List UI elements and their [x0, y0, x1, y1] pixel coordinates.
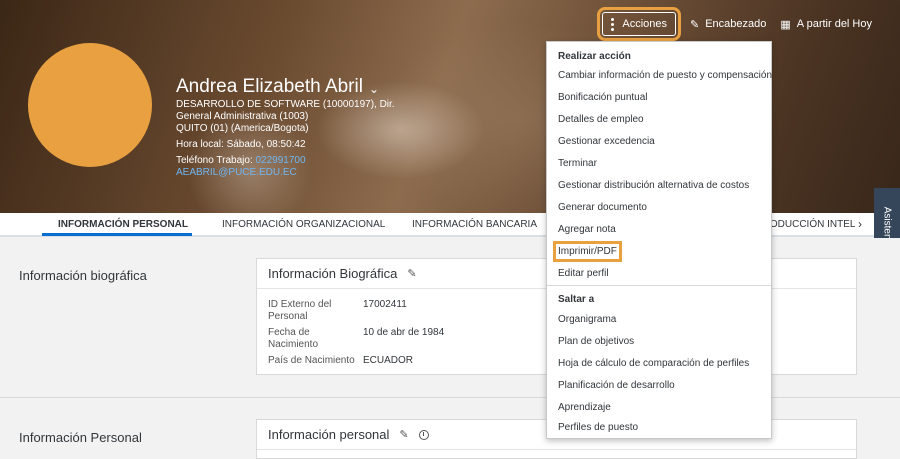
menu-item-employment-details[interactable]: Detalles de empleo	[558, 114, 644, 125]
menu-item-change-job[interactable]: Cambiar información de puesto y compensa…	[558, 70, 772, 81]
menu-item-leave[interactable]: Gestionar excedencia	[558, 136, 655, 147]
actions-menu: Realizar acción Cambiar información de p…	[546, 41, 772, 439]
bio-card-title: Información Biográfica	[268, 266, 398, 281]
phone-link[interactable]: 022991700	[256, 155, 306, 166]
employee-info: DESARROLLO DE SOFTWARE (10000197), Dir. …	[176, 99, 416, 179]
menu-item-bonus[interactable]: Bonificación puntual	[558, 92, 648, 103]
email-link[interactable]: AEABRIL@PUCE.EDU.EC	[176, 167, 416, 179]
calendar-icon: ▦	[780, 18, 791, 31]
avatar[interactable]	[28, 43, 152, 167]
tab-org-info[interactable]: INFORMACIÓN ORGANIZACIONAL	[222, 219, 385, 230]
menu-item-edit-profile[interactable]: Editar perfil	[558, 268, 609, 279]
edit-icon[interactable]: ✎	[407, 267, 416, 280]
menu-item-org-chart[interactable]: Organigrama	[558, 314, 616, 325]
tab-personal-info[interactable]: INFORMACIÓN PERSONAL	[58, 219, 188, 230]
edit-icon[interactable]: ✎	[399, 428, 408, 441]
field-label: Fecha de Nacimiento	[268, 327, 319, 350]
more-vertical-icon	[611, 17, 615, 31]
header-button-label: Encabezado	[705, 18, 767, 30]
personal-card-title: Información personal	[268, 427, 390, 442]
field-label: ID Externo del Personal	[268, 299, 332, 322]
menu-item-goal-plan[interactable]: Plan de objetivos	[558, 336, 634, 347]
field-value: 17002411	[363, 299, 407, 310]
actions-button[interactable]: Acciones	[597, 7, 681, 41]
employee-name-label: Andrea Elizabeth Abril	[176, 76, 363, 97]
date-button-label: A partir del Hoy	[796, 18, 872, 30]
menu-group-actions: Realizar acción	[558, 51, 631, 62]
phone-label: Teléfono Trabajo:	[176, 155, 253, 166]
local-time: Hora local: Sábado, 08:50:42	[176, 139, 306, 150]
menu-item-job-profiles[interactable]: Perfiles de puesto	[558, 422, 638, 433]
bio-section-title: Información biográfica	[19, 268, 147, 283]
header-actions: Acciones ✎ Encabezado ▦ A partir del Hoy	[597, 7, 872, 41]
header-button[interactable]: ✎ Encabezado	[690, 18, 766, 31]
menu-group-jump: Saltar a	[558, 294, 595, 305]
menu-item-development-plan[interactable]: Planificación de desarrollo	[558, 380, 675, 391]
chevron-down-icon[interactable]: ⌄	[369, 82, 379, 96]
menu-item-learning[interactable]: Aprendizaje	[558, 402, 611, 413]
menu-item-generate-document[interactable]: Generar documento	[558, 202, 647, 213]
location: QUITO (01) (America/Bogota)	[176, 123, 309, 134]
menu-item-profile-comparison[interactable]: Hoja de cálculo de comparación de perfil…	[558, 358, 749, 369]
field-value: ECUADOR	[363, 355, 414, 366]
employee-name[interactable]: Andrea Elizabeth Abril ⌄	[176, 76, 379, 98]
history-icon[interactable]	[418, 429, 429, 440]
dept-line-1: DESARROLLO DE SOFTWARE (10000197), Dir.	[176, 99, 395, 110]
field-value: 10 de abr de 1984	[363, 327, 445, 338]
active-tab-indicator	[42, 233, 192, 236]
menu-item-print-pdf[interactable]: Imprimir/PDF	[553, 241, 622, 262]
dept-line-2: General Administrativa (1003)	[176, 111, 309, 122]
phone-row: Teléfono Trabajo: 022991700	[176, 155, 416, 167]
menu-item-add-note[interactable]: Agregar nota	[558, 224, 616, 235]
field-label: País de Nacimiento	[268, 355, 355, 366]
pencil-icon: ✎	[690, 18, 700, 31]
personal-section-title: Información Personal	[19, 430, 142, 445]
chevron-right-icon[interactable]: ›	[858, 217, 862, 231]
menu-item-cost-distribution[interactable]: Gestionar distribución alternativa de co…	[558, 180, 749, 191]
date-button[interactable]: ▦ A partir del Hoy	[780, 18, 872, 31]
menu-separator	[547, 285, 771, 286]
menu-item-terminate[interactable]: Terminar	[558, 158, 597, 169]
tab-bank-info[interactable]: INFORMACIÓN BANCARIA	[412, 219, 537, 230]
actions-label: Acciones	[622, 18, 667, 30]
